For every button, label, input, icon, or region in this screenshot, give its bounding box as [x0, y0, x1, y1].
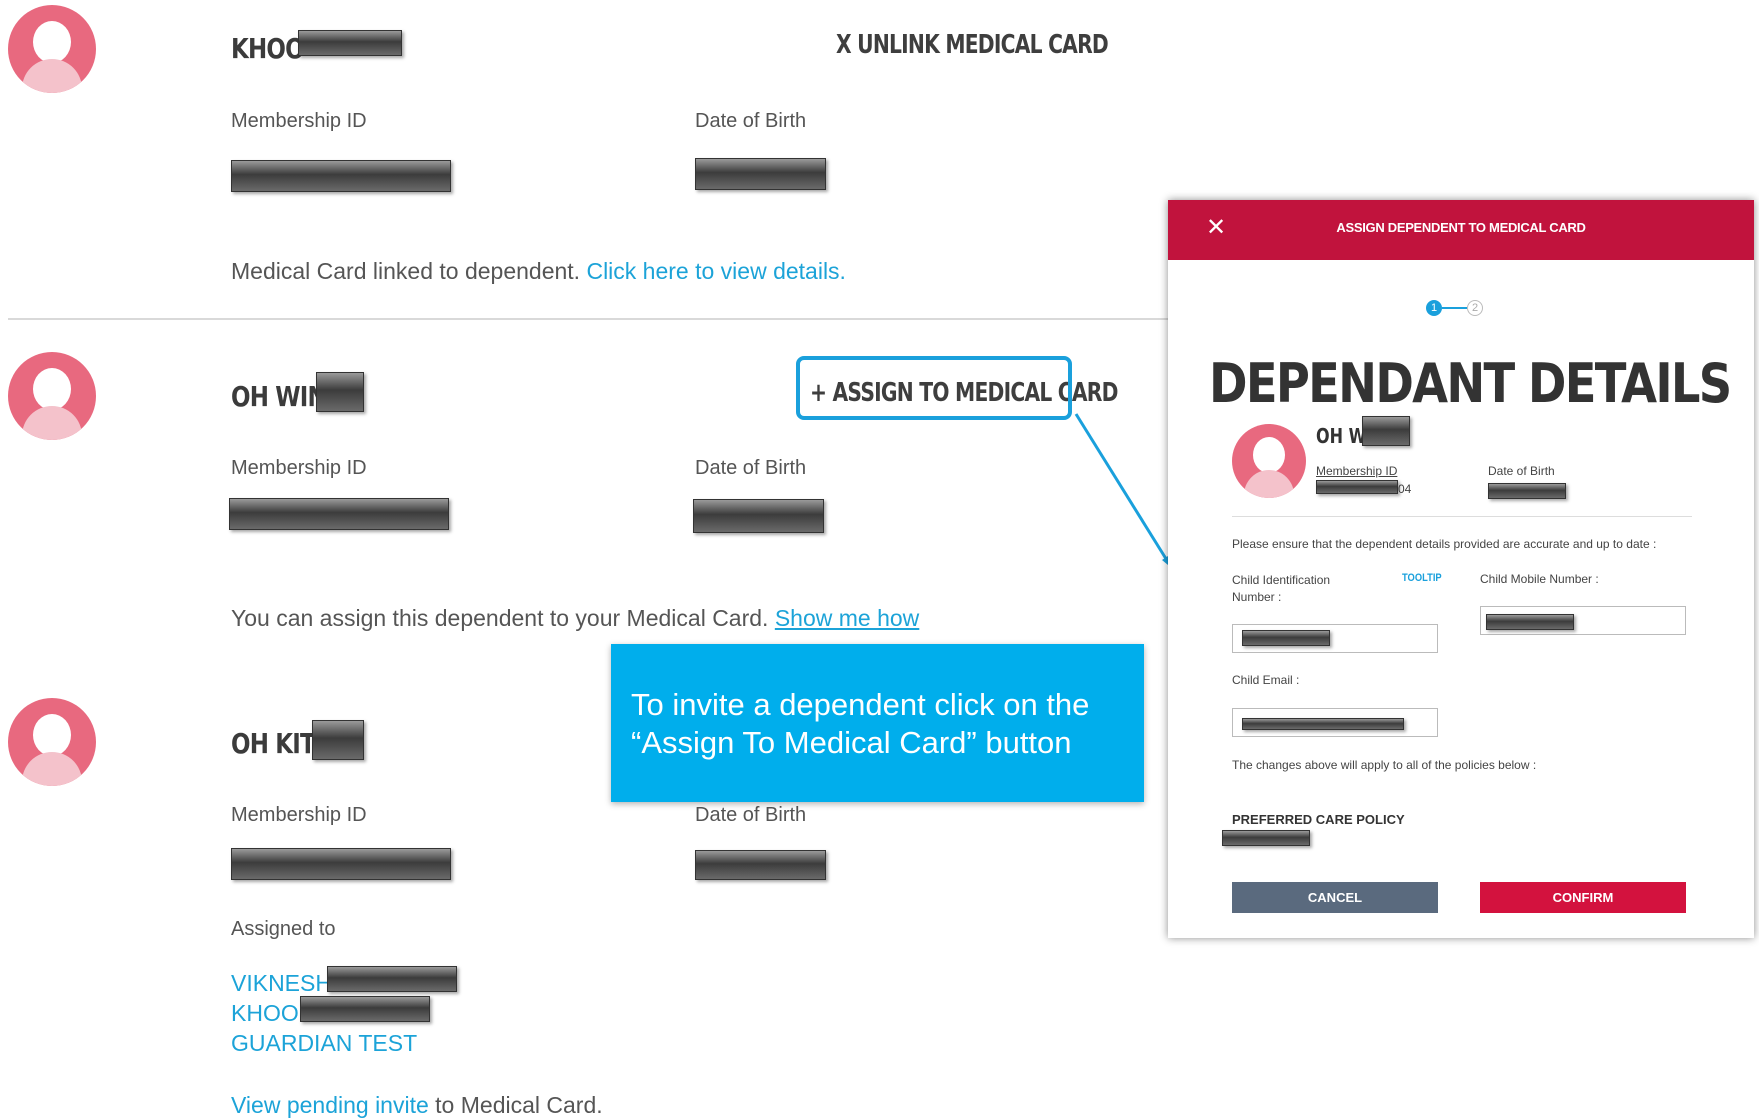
- membership-id-label: Membership ID: [231, 804, 367, 826]
- step-indicator-2: 2: [1467, 300, 1483, 316]
- avatar: [8, 352, 96, 440]
- unlink-medical-card-button[interactable]: X UNLINK MEDICAL CARD: [836, 30, 1109, 60]
- view-pending-invite-link[interactable]: View pending invite: [231, 1092, 429, 1118]
- child-mobile-label: Child Mobile Number :: [1480, 572, 1599, 586]
- membership-id-suffix: 04: [1398, 482, 1412, 496]
- redacted-membership-id: [1316, 480, 1398, 494]
- assigned-member-link[interactable]: VIKNESH: [231, 970, 332, 997]
- redacted-child-id: [1242, 630, 1330, 646]
- redacted-membership-id: [231, 160, 451, 192]
- membership-id-label: Membership ID: [231, 110, 367, 132]
- child-id-label: Child Identification Number :: [1232, 573, 1331, 604]
- apply-note: The changes above will apply to all of t…: [1232, 758, 1537, 772]
- callout-text: To invite a dependent click on the “Assi…: [631, 687, 1090, 760]
- redacted-policy-number: [1222, 830, 1310, 846]
- divider: [8, 318, 1168, 320]
- redacted-membership-id: [231, 848, 451, 880]
- modal-heading: DEPENDANT DETAILS: [1209, 352, 1732, 415]
- status-text: Medical Card linked to dependent. Click …: [231, 258, 846, 285]
- redacted-dob: [695, 850, 826, 880]
- redacted-name: [327, 966, 457, 992]
- modal-title: ASSIGN DEPENDENT TO MEDICAL CARD: [1336, 220, 1586, 235]
- redacted-name: [1362, 416, 1410, 446]
- status-text: You can assign this dependent to your Me…: [231, 605, 919, 632]
- avatar: [1232, 424, 1306, 498]
- step-connector: [1442, 307, 1467, 309]
- redacted-membership-id: [229, 498, 449, 530]
- redacted-name: [300, 996, 430, 1022]
- redacted-name: [316, 372, 364, 412]
- highlight-box: [796, 356, 1072, 420]
- tooltip-link[interactable]: TOOLTIP: [1402, 572, 1442, 584]
- status-message: You can assign this dependent to your Me…: [231, 605, 769, 631]
- dob-label: Date of Birth: [695, 457, 807, 479]
- pending-invite-text: View pending invite to Medical Card.: [231, 1092, 603, 1119]
- cancel-button[interactable]: CANCEL: [1232, 882, 1438, 913]
- assigned-member-link[interactable]: GUARDIAN TEST: [231, 1030, 417, 1057]
- assigned-to-label: Assigned to: [231, 918, 336, 940]
- dependent-name: OH WIN: [231, 380, 327, 413]
- modal-header: ✕ ASSIGN DEPENDENT TO MEDICAL CARD: [1168, 200, 1754, 260]
- redacted-name: [298, 30, 402, 56]
- policy-name: PREFERRED CARE POLICY: [1232, 812, 1405, 827]
- dob-label: Date of Birth: [695, 110, 807, 132]
- divider: [1232, 516, 1692, 517]
- dependent-name: KHOO: [231, 32, 305, 65]
- dob-label: Date of Birth: [1488, 464, 1555, 478]
- confirm-button[interactable]: CONFIRM: [1480, 882, 1686, 913]
- dependent-name: OH KIT: [231, 727, 316, 760]
- show-me-how-link[interactable]: Show me how: [775, 605, 919, 631]
- membership-id-label: Membership ID: [1316, 464, 1398, 478]
- notice-text: Please ensure that the dependent details…: [1232, 537, 1657, 551]
- instruction-callout: To invite a dependent click on the “Assi…: [611, 644, 1144, 802]
- view-details-link[interactable]: Click here to view details.: [586, 258, 846, 284]
- dob-label: Date of Birth: [695, 804, 807, 826]
- step-indicator-1: 1: [1426, 300, 1442, 316]
- assigned-member-link[interactable]: KHOO: [231, 1000, 299, 1027]
- membership-id-label: Membership ID: [231, 457, 367, 479]
- redacted-dob: [1488, 483, 1566, 499]
- pending-invite-suffix: to Medical Card.: [435, 1092, 603, 1118]
- avatar: [8, 5, 96, 93]
- pointer-arrow: [1074, 413, 1174, 570]
- assign-dependent-modal: ✕ ASSIGN DEPENDENT TO MEDICAL CARD 1 2 D…: [1168, 200, 1754, 938]
- redacted-dob: [695, 158, 826, 190]
- child-email-label: Child Email :: [1232, 673, 1300, 687]
- redacted-email: [1242, 718, 1404, 730]
- status-message: Medical Card linked to dependent.: [231, 258, 581, 284]
- avatar: [8, 698, 96, 786]
- redacted-mobile: [1486, 614, 1574, 630]
- redacted-dob: [693, 499, 824, 533]
- redacted-name: [312, 720, 364, 760]
